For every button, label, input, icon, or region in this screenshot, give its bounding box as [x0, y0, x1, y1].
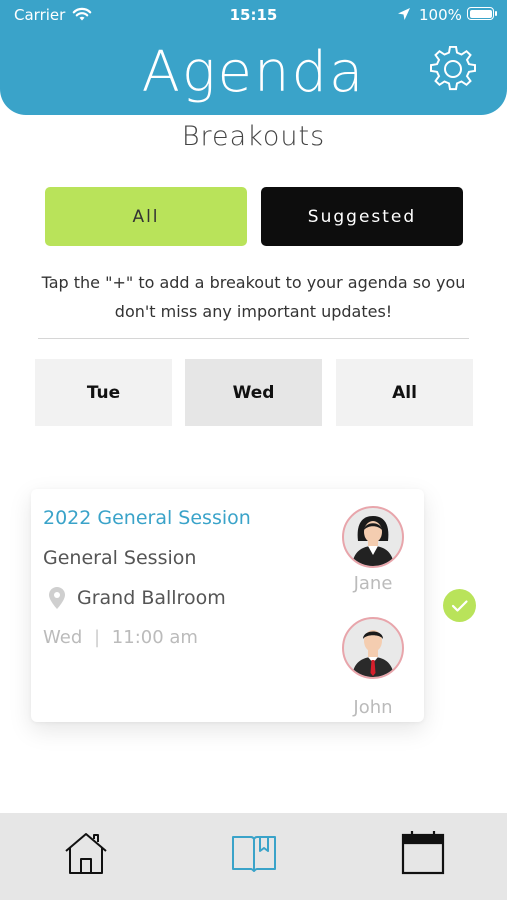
speaker-avatar-jane[interactable]	[342, 506, 404, 568]
tab-bar	[0, 813, 507, 900]
hint-text: Tap the "+" to add a breakout to your ag…	[41, 273, 466, 321]
status-bar: Carrier 15:15 100%	[0, 0, 507, 30]
session-type: General Session	[43, 547, 197, 569]
calendar-icon[interactable]	[399, 829, 447, 877]
avatar-female-icon	[352, 516, 394, 566]
session-title[interactable]: 2022 General Session	[43, 507, 251, 529]
session-day: Wed	[43, 627, 83, 648]
speaker-name-jane: Jane	[353, 573, 393, 594]
location-arrow-icon	[398, 8, 410, 20]
divider	[38, 338, 469, 339]
section-subtitle: Breakouts	[181, 121, 326, 152]
location-pin-icon	[49, 587, 65, 609]
day-tab-wed[interactable]: Wed	[185, 359, 322, 426]
session-time: 11:00 am	[111, 627, 198, 648]
separator: |	[93, 627, 101, 648]
day-tab-tue[interactable]: Tue	[35, 359, 172, 426]
header: Carrier 15:15 100% Agenda	[0, 0, 507, 115]
session-datetime: Wed | 11:00 am	[43, 627, 198, 648]
session-card[interactable]: 2022 General Session General Session Gra…	[31, 489, 424, 722]
home-icon[interactable]	[62, 829, 110, 877]
added-check-button[interactable]	[443, 589, 476, 622]
book-icon[interactable]	[230, 829, 278, 877]
battery-icon	[467, 7, 497, 20]
day-tab-all[interactable]: All	[336, 359, 473, 426]
gear-icon[interactable]	[430, 46, 476, 92]
speaker-name-john: John	[353, 697, 393, 718]
avatar-male-icon	[352, 630, 394, 677]
speaker-avatar-john[interactable]	[342, 617, 404, 679]
filter-all-button[interactable]: All	[45, 187, 247, 246]
session-location: Grand Ballroom	[77, 587, 226, 609]
battery-percentage: 100%	[419, 6, 462, 24]
checkmark-icon	[451, 600, 468, 612]
filter-suggested-button[interactable]: Suggested	[261, 187, 463, 246]
